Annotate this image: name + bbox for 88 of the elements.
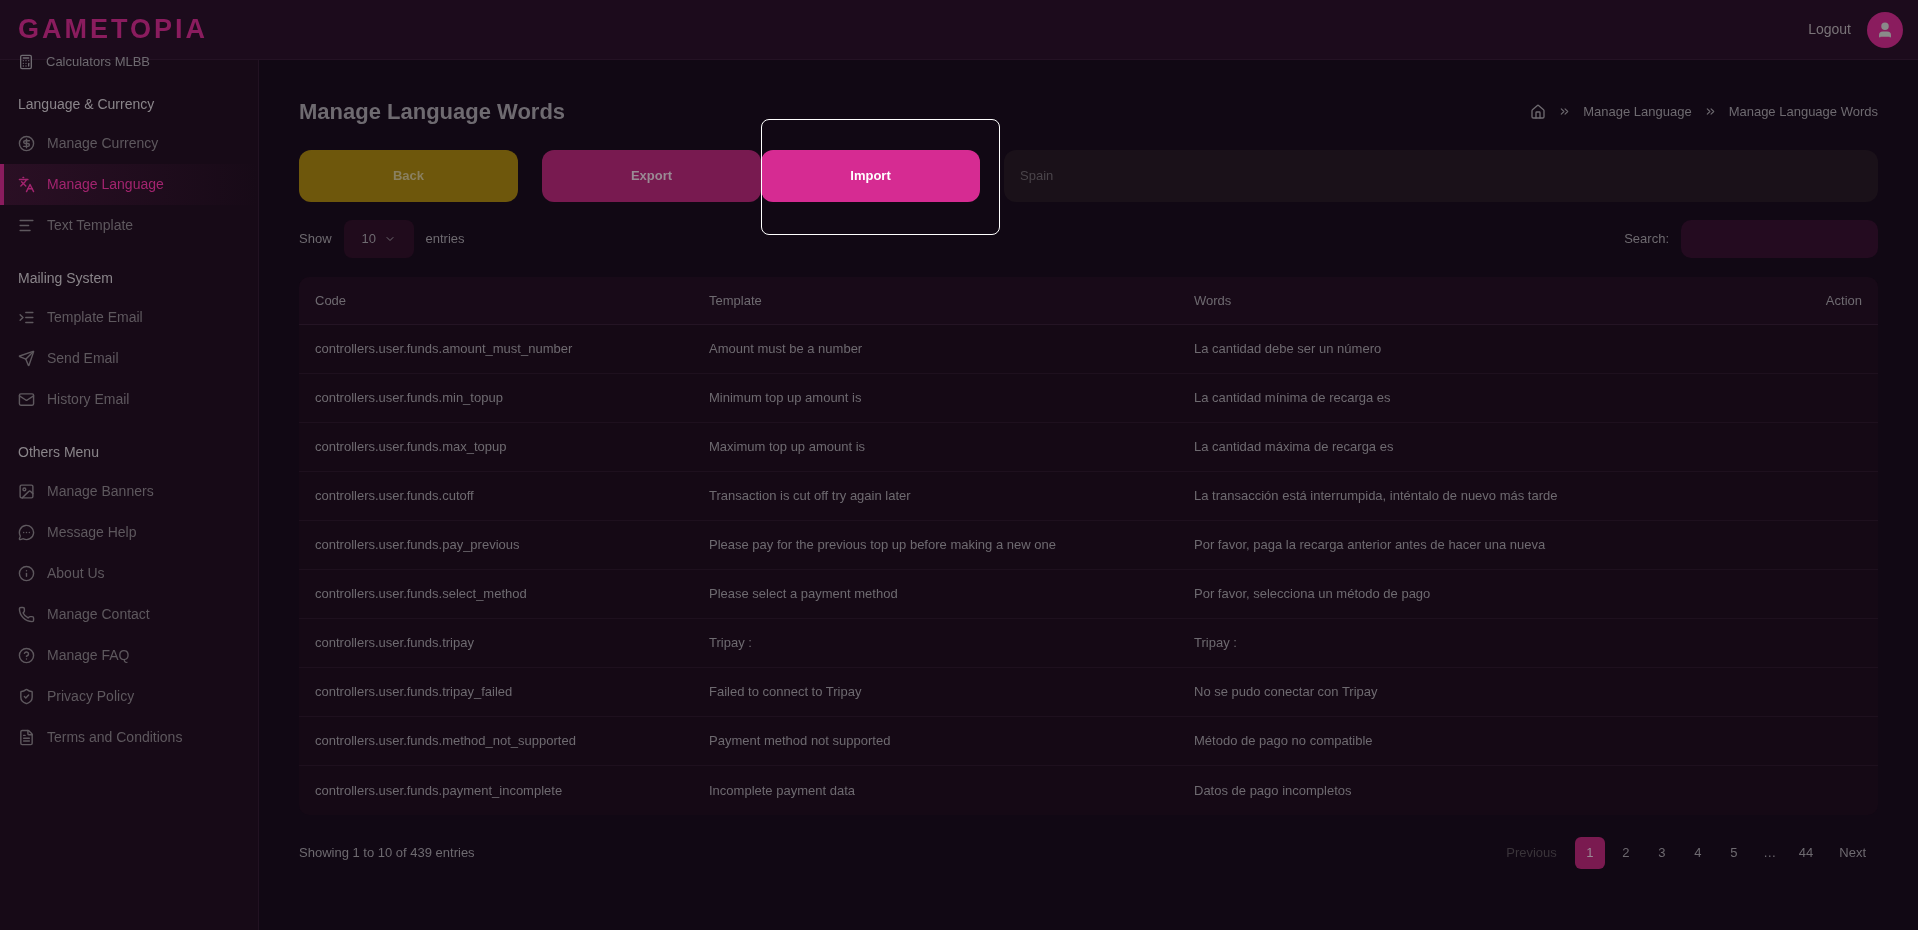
page-title: Manage Language Words — [299, 98, 566, 126]
table-cell-text: Datos de pago incompletos — [1194, 781, 1353, 800]
table-cell-text: controllers.user.funds.payment_incomplete — [314, 781, 564, 800]
dollar-icon — [18, 135, 35, 152]
sidebar-item[interactable]: Manage Contact — [0, 594, 258, 635]
sidebar-item[interactable]: Text Template — [0, 205, 258, 246]
sidebar-item[interactable]: Privacy Policy — [0, 676, 258, 717]
column-header: Code — [314, 291, 348, 310]
sidebar-section-title: Language & Currency — [17, 95, 156, 114]
sidebar-item[interactable]: History Email — [0, 379, 258, 420]
sidebar-item[interactable]: Manage Banners — [0, 471, 258, 512]
search-label: Search: — [1624, 230, 1669, 249]
page-link[interactable]: 3 — [1646, 837, 1677, 869]
help-icon — [18, 647, 35, 664]
phone-icon — [18, 606, 35, 623]
column-header: Words — [1194, 291, 1233, 310]
document-icon — [18, 729, 35, 746]
sidebar-item[interactable]: About Us — [0, 553, 258, 594]
page-link[interactable]: 44 — [1790, 837, 1822, 869]
show-label: Show — [299, 230, 332, 249]
calculator-icon — [18, 54, 34, 70]
table-cell-text: Por favor, selecciona un método de pago — [1194, 585, 1432, 604]
table-cell-text: controllers.user.funds.cutoff — [314, 487, 475, 506]
entries-info: Showing 1 to 10 of 439 entries — [299, 844, 475, 863]
sidebar-item[interactable]: Send Email — [0, 338, 258, 379]
sidebar-item[interactable]: Message Help — [0, 512, 258, 553]
table-cell-text: Please pay for the previous top up before making a new one — [709, 536, 1057, 555]
page-link[interactable]: … — [1754, 837, 1785, 869]
entries-label: entries — [425, 230, 465, 249]
table-cell-text: controllers.user.funds.select_method — [314, 585, 528, 604]
sidebar-section-title: Mailing System — [17, 269, 114, 288]
sidebar-item[interactable]: Terms and Conditions — [0, 717, 258, 758]
table-cell-text: controllers.user.funds.tripay — [314, 634, 475, 653]
sidebar-item[interactable]: Manage FAQ — [0, 635, 258, 676]
column-header: Template — [709, 291, 763, 310]
table-cell-text: Payment method not supported — [709, 732, 892, 751]
table-cell-text: Failed to connect to Tripay — [709, 683, 863, 702]
table-cell-text: Amount must be a number — [709, 340, 864, 359]
table-cell-text: La cantidad máxima de recarga es — [1194, 438, 1395, 457]
home-icon[interactable] — [1530, 103, 1547, 120]
table-cell-text: Maximum top up amount is — [709, 438, 867, 457]
table-cell-text: controllers.user.funds.max_topup — [314, 438, 508, 457]
sidebar-section-title: Others Menu — [17, 443, 100, 462]
send-icon — [18, 350, 35, 367]
table-cell-text: Tripay : — [709, 634, 753, 653]
import-button[interactable]: Import — [761, 150, 980, 202]
table-cell-text: Incomplete payment data — [709, 781, 856, 800]
page-link[interactable]: 2 — [1610, 837, 1641, 869]
page-link[interactable]: 4 — [1682, 837, 1713, 869]
chat-icon — [18, 524, 35, 541]
table-cell-text: controllers.user.funds.tripay_failed — [314, 683, 514, 702]
back-button[interactable]: Back — [299, 150, 518, 202]
text-lines-icon — [18, 217, 35, 234]
table-cell-text: Please select a payment method — [709, 585, 899, 604]
breadcrumb-link[interactable]: Manage Language Words — [1728, 101, 1878, 122]
export-button[interactable]: Export — [542, 150, 761, 202]
table-cell-text: Tripay : — [1194, 634, 1238, 653]
table-cell-text: La transacción está interrumpida, inténtalo de nuevo más tarde — [1194, 487, 1559, 506]
avatar-button[interactable] — [1867, 11, 1903, 48]
next-link[interactable]: Next — [1827, 843, 1878, 863]
user-icon — [1876, 20, 1894, 39]
sidebar-item[interactable]: Manage Currency — [0, 123, 258, 164]
table-cell-text: controllers.user.funds.min_topup — [314, 389, 504, 408]
table-cell-text: Transaction is cut off try again later — [709, 487, 912, 506]
table-cell-text: Método de pago no compatible — [1194, 732, 1374, 751]
image-icon — [18, 483, 35, 500]
table-cell-text: controllers.user.funds.amount_must_number — [314, 340, 574, 359]
table-cell-text: controllers.user.funds.method_not_supported — [314, 732, 577, 751]
table-cell-text: No se pudo conectar con Tripay — [1194, 683, 1379, 702]
column-header: Action — [1824, 291, 1863, 310]
table-cell-text: La cantidad debe ser un número — [1194, 340, 1383, 359]
brand-logo[interactable]: GAMETOPIA — [18, 9, 208, 50]
translate-icon — [18, 176, 35, 193]
breadcrumb-link[interactable]: Manage Language — [1583, 101, 1692, 122]
page-link[interactable]: 5 — [1718, 837, 1749, 869]
info-icon — [18, 565, 35, 582]
logout-link[interactable]: Logout — [1808, 19, 1851, 40]
entries-select[interactable]: 10 — [343, 220, 414, 258]
shield-icon — [18, 688, 35, 705]
table-cell-text: La cantidad mínima de recarga es — [1194, 389, 1392, 408]
table-cell-text: controllers.user.funds.pay_previous — [314, 536, 521, 555]
page-link[interactable]: 1 — [1574, 837, 1605, 869]
table-cell-text: Minimum top up amount is — [709, 389, 863, 408]
sidebar-item[interactable]: Template Email — [0, 297, 258, 338]
table-cell-text: Por favor, paga la recarga anterior antes de hacer una nueva — [1194, 536, 1547, 555]
sidebar-item[interactable]: Calculators MLBB — [46, 52, 151, 72]
mail-icon — [18, 391, 35, 408]
list-indent-icon — [18, 309, 35, 326]
